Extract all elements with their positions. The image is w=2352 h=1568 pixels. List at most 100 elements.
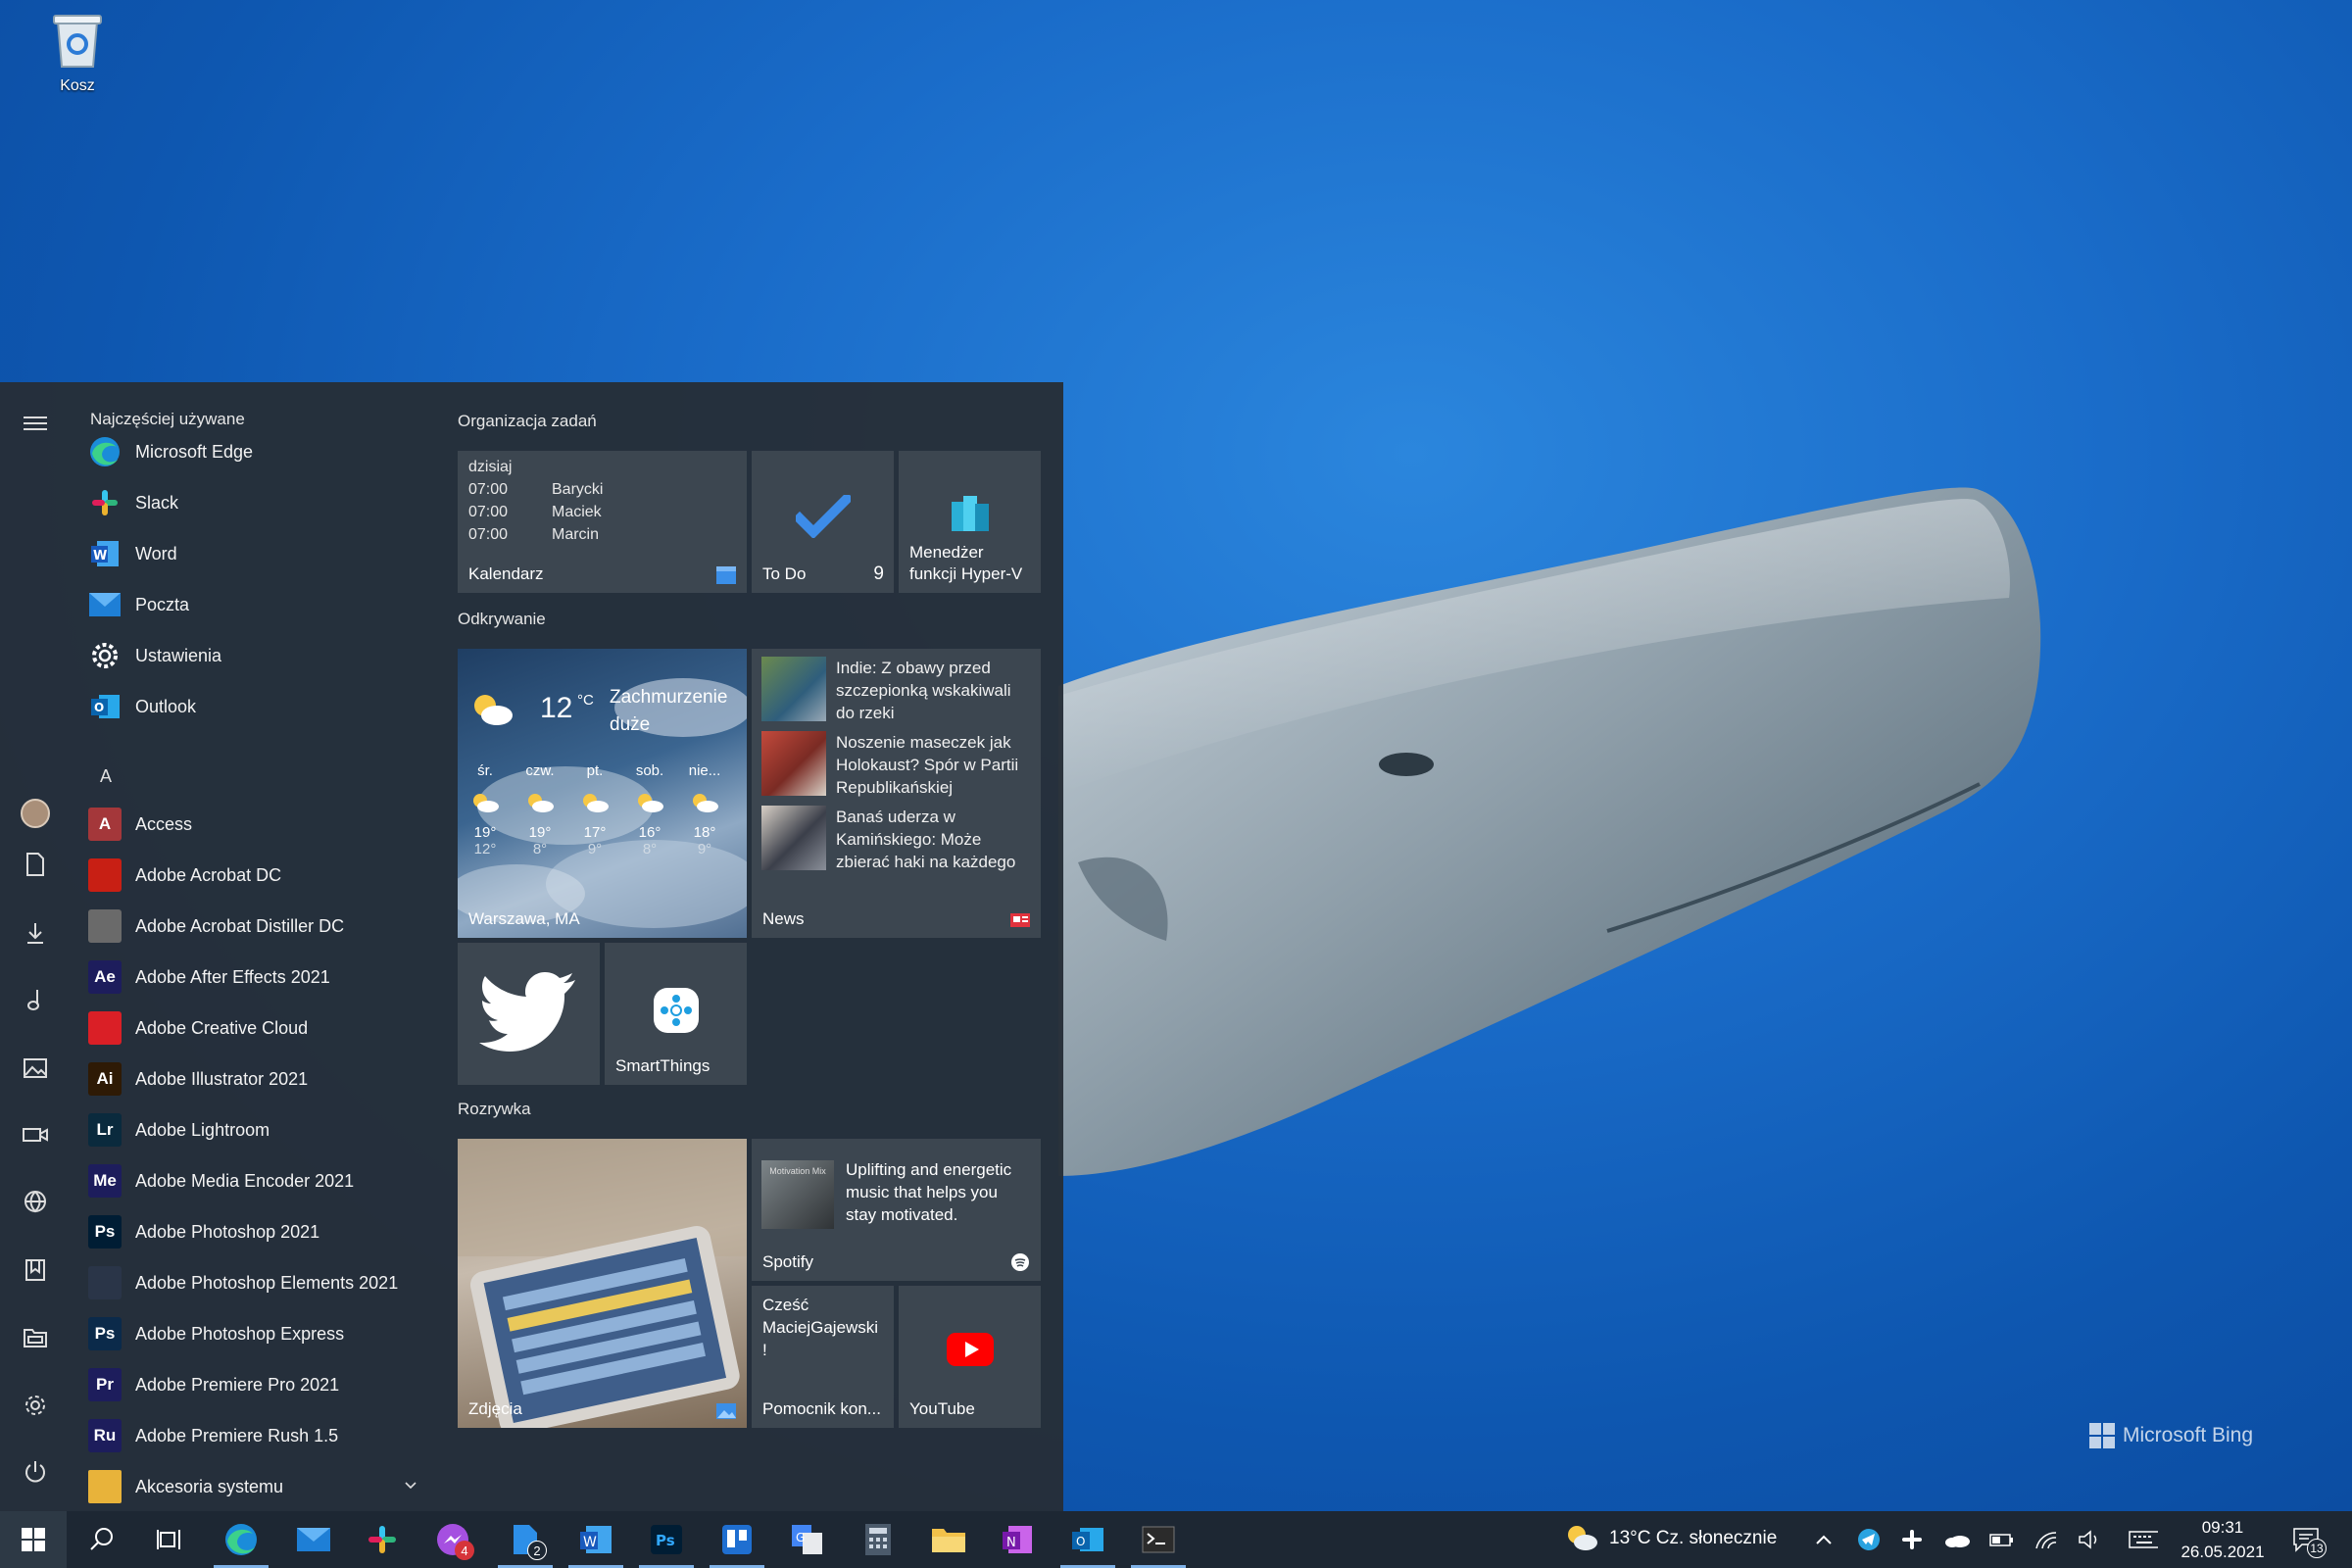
chevron-down-icon[interactable] [404, 1478, 417, 1495]
forecast-day-name: nie... [688, 762, 721, 779]
documents-icon[interactable] [20, 849, 51, 880]
start-button[interactable] [0, 1511, 67, 1568]
most-used-item[interactable]: Ustawienia [88, 633, 421, 678]
tile-twitter[interactable] [458, 943, 600, 1085]
app-list-item[interactable]: Me Adobe Media Encoder 2021 [88, 1158, 421, 1203]
calculator-icon [865, 1524, 891, 1555]
app-list-item[interactable]: Akcesoria systemu [88, 1464, 421, 1509]
windows-logo-icon [2089, 1423, 2115, 1448]
recycle-bin[interactable]: Kosz [39, 8, 116, 95]
news-item[interactable]: Indie: Z obawy przed szczepionką wskakiwa… [761, 657, 1036, 725]
tile-news[interactable]: Indie: Z obawy przed szczepionką wskakiwa… [752, 649, 1041, 938]
checkmark-icon [796, 495, 851, 538]
app-name: Adobe Acrobat Distiller DC [135, 915, 345, 936]
most-used-item[interactable]: Microsoft Edge [88, 429, 421, 474]
forecast-day: sob. 16° 8° [622, 762, 677, 858]
creative-cloud-icon [88, 1011, 122, 1045]
most-used-item[interactable]: Slack [88, 480, 421, 525]
taskbar-outlook[interactable]: O [1054, 1511, 1121, 1568]
smartthings-icon [654, 988, 699, 1033]
taskbar-onenote[interactable]: N [984, 1511, 1051, 1568]
app-list-item[interactable]: Ai Adobe Illustrator 2021 [88, 1056, 421, 1102]
app-list-item[interactable]: Pr Adobe Premiere Pro 2021 [88, 1362, 421, 1407]
slack-tray-icon[interactable] [1897, 1525, 1927, 1554]
news-app-icon [1010, 913, 1030, 927]
app-list-item[interactable]: Adobe Acrobat Distiller DC [88, 904, 421, 949]
music-icon[interactable] [20, 984, 51, 1015]
taskbar-trello[interactable] [704, 1511, 770, 1568]
downloads-icon[interactable] [20, 917, 51, 949]
tile-calendar[interactable]: dzisiaj 07:00 Barycki 07:00 Maciek 07:00… [458, 451, 747, 593]
news-item[interactable]: Noszenie maseczek jak Holokaust? Spór w P… [761, 731, 1036, 800]
taskbar-photoshop[interactable]: Ps [633, 1511, 700, 1568]
taskbar-terminal[interactable] [1125, 1511, 1192, 1568]
app-list-item[interactable]: Adobe Acrobat DC [88, 853, 421, 898]
start-rail [0, 382, 71, 1511]
battery-icon[interactable] [1987, 1525, 2017, 1554]
show-hidden-icons-icon[interactable] [1809, 1525, 1838, 1554]
task-view-button[interactable] [135, 1511, 202, 1568]
taskbar-messenger[interactable]: 4 [419, 1511, 486, 1568]
tile-hyperv[interactable]: Menedżer funkcji Hyper-V [899, 451, 1041, 593]
tile-todo[interactable]: To Do 9 [752, 451, 894, 593]
wifi-icon[interactable] [2033, 1525, 2062, 1554]
taskbar-word[interactable]: W [563, 1511, 629, 1568]
tile-cortana[interactable]: Cześć MaciejGajewski ! Pomocnik kon... [752, 1286, 894, 1428]
letter-a-header[interactable]: A [100, 766, 112, 787]
app-list-item[interactable]: Ps Adobe Photoshop Express [88, 1311, 421, 1356]
pictures-icon[interactable] [20, 1053, 51, 1084]
tile-youtube[interactable]: YouTube [899, 1286, 1041, 1428]
app-name: Adobe Creative Cloud [135, 1017, 309, 1038]
news-item[interactable]: Banaś uderza w Kamińskiego: Może zbierać h… [761, 806, 1036, 874]
smartthings-label: SmartThings [615, 1056, 710, 1075]
power-icon[interactable] [20, 1456, 51, 1488]
news-headline: Noszenie maseczek jak Holokaust? Spór w P… [836, 733, 1019, 797]
app-name: Adobe Photoshop 2021 [135, 1221, 320, 1242]
most-used-item[interactable]: W Word [88, 531, 421, 576]
hamburger-menu-icon[interactable] [20, 408, 51, 439]
tile-photos[interactable]: Zdjęcia [458, 1139, 747, 1428]
taskbar-weather-text[interactable]: 13°C Cz. słonecznie [1609, 1528, 1777, 1549]
taskbar-mail[interactable] [280, 1511, 347, 1568]
search-button[interactable] [69, 1511, 135, 1568]
app-list-item[interactable]: Adobe Photoshop Elements 2021 [88, 1260, 421, 1305]
most-used-item[interactable]: O Outlook [88, 684, 421, 729]
news-thumbnail [761, 731, 826, 796]
settings-rail-icon[interactable] [20, 1390, 51, 1421]
most-used-item[interactable]: Poczta [88, 582, 421, 627]
app-name: Adobe Acrobat DC [135, 864, 282, 885]
network-icon[interactable] [20, 1186, 51, 1217]
file-explorer-rail-icon[interactable] [20, 1321, 51, 1352]
taskbar-edge[interactable] [208, 1511, 274, 1568]
onedrive-icon[interactable] [1942, 1525, 1972, 1554]
taskbar-translate[interactable]: G [774, 1511, 841, 1568]
cortana-greeting: Cześć MaciejGajewski ! [762, 1294, 878, 1361]
group-title-fun: Rozrywka [458, 1100, 531, 1118]
volume-icon[interactable] [2076, 1525, 2105, 1554]
app-list-item[interactable]: A Access [88, 802, 421, 847]
taskbar-calculator[interactable] [845, 1511, 911, 1568]
taskbar-files[interactable]: 2 [492, 1511, 559, 1568]
tile-smartthings[interactable]: SmartThings [605, 943, 747, 1085]
app-list-item[interactable]: Lr Adobe Lightroom [88, 1107, 421, 1152]
user-avatar[interactable] [20, 798, 51, 829]
action-center-button[interactable]: 13 [2291, 1525, 2327, 1558]
tile-weather[interactable]: 12 °C Zachmurzenie duże śr. 19° 12° czw. 19°… [458, 649, 747, 938]
svg-text:W: W [93, 549, 107, 564]
clock[interactable]: 09:31 26.05.2021 [2174, 1515, 2272, 1564]
taskbar-slack[interactable] [349, 1511, 416, 1568]
taskbar-file-explorer[interactable] [915, 1511, 982, 1568]
todo-label: To Do [762, 564, 807, 583]
tile-spotify[interactable]: Motivation Mix Uplifting and energetic m… [752, 1139, 1041, 1281]
app-list-item[interactable]: Ru Adobe Premiere Rush 1.5 [88, 1413, 421, 1458]
telegram-icon[interactable] [1854, 1525, 1884, 1554]
app-list-item[interactable]: Ps Adobe Photoshop 2021 [88, 1209, 421, 1254]
personal-folder-icon[interactable] [20, 1254, 51, 1286]
app-list-item[interactable]: Adobe Creative Cloud [88, 1005, 421, 1051]
app-name: Adobe Premiere Pro 2021 [135, 1374, 340, 1395]
slack-icon [368, 1526, 396, 1553]
keyboard-icon[interactable] [2129, 1525, 2158, 1554]
whale-image [1058, 487, 2041, 1176]
videos-icon[interactable] [20, 1119, 51, 1151]
app-list-item[interactable]: Ae Adobe After Effects 2021 [88, 955, 421, 1000]
